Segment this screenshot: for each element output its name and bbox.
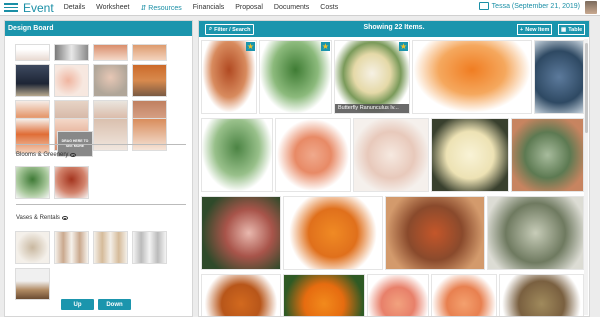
board-thumb[interactable] [132, 118, 167, 151]
resource-card[interactable] [201, 274, 281, 316]
section-vases-rentals: Vases & Rentals [16, 215, 68, 221]
resource-card[interactable] [431, 118, 509, 192]
board-thumb[interactable] [15, 268, 50, 300]
nav-proposal[interactable]: Proposal [235, 4, 263, 11]
section-divider [16, 144, 186, 145]
section-vases-label: Vases & Rentals [16, 215, 60, 221]
resources-panel: ⌕ Filter / Search Showing 22 Items. + Ne… [198, 20, 590, 317]
board-thumb[interactable] [132, 44, 167, 61]
resources-icon: ⇵ [140, 4, 147, 12]
section-blooms-greenery: Blooms & Greenery [16, 152, 77, 158]
resource-card[interactable]: ★ [259, 40, 332, 114]
down-button[interactable]: Down [98, 299, 131, 310]
brand-logo[interactable]: Event [23, 1, 54, 15]
resource-card[interactable] [283, 196, 383, 270]
board-thumb[interactable] [15, 231, 50, 264]
resource-card[interactable] [367, 274, 429, 316]
resource-card[interactable] [412, 40, 532, 114]
section-blooms-label: Blooms & Greenery [16, 152, 69, 158]
resources-header: ⌕ Filter / Search Showing 22 Items. + Ne… [199, 21, 589, 37]
resource-card[interactable] [201, 196, 281, 270]
nav-costs[interactable]: Costs [320, 4, 338, 11]
nav-financials[interactable]: Financials [193, 4, 225, 11]
resource-card[interactable] [511, 118, 584, 192]
design-board-title: Design Board [5, 21, 192, 36]
board-thumb[interactable] [132, 64, 167, 97]
board-thumb[interactable] [54, 64, 89, 97]
board-thumb[interactable] [132, 231, 167, 264]
resource-card[interactable] [275, 118, 351, 192]
board-thumb[interactable] [93, 118, 128, 151]
table-label: Table [568, 26, 583, 33]
nav-worksheet[interactable]: Worksheet [96, 4, 129, 11]
resource-card[interactable] [534, 40, 584, 114]
board-thumb[interactable] [54, 231, 89, 264]
design-board-panel: Design Board DRAG HERE TO SEE MORE Bloom… [4, 20, 193, 317]
resource-card[interactable] [283, 274, 365, 316]
resource-card[interactable] [487, 196, 584, 270]
board-thumb[interactable] [54, 44, 89, 61]
menu-icon[interactable] [4, 3, 18, 12]
up-button[interactable]: Up [61, 299, 94, 310]
resource-card[interactable] [353, 118, 429, 192]
avatar[interactable] [585, 1, 597, 14]
nav-details[interactable]: Details [64, 4, 85, 11]
board-thumb[interactable] [15, 166, 50, 199]
section-divider [16, 204, 186, 205]
board-thumb[interactable] [93, 44, 128, 61]
eye-icon[interactable] [70, 153, 77, 157]
new-item-button[interactable]: + New Item [517, 24, 553, 35]
resource-card[interactable] [499, 274, 584, 316]
new-item-label: New Item [525, 26, 550, 33]
resource-card[interactable] [385, 196, 485, 270]
resource-card[interactable]: ★ [201, 40, 257, 114]
board-thumb[interactable] [93, 64, 128, 97]
user-label: Tessa (September 21, 2019) [491, 2, 580, 10]
favorite-star-icon[interactable]: ★ [246, 42, 255, 51]
resource-caption: Butterfly Ranunculus Iv... [335, 104, 409, 113]
resource-card[interactable]: ★ Butterfly Ranunculus Iv... [334, 40, 410, 114]
grid-icon: ▦ [561, 26, 567, 33]
top-navigation: Event Details Worksheet ⇵ Resources Fina… [0, 0, 600, 16]
table-view-button[interactable]: ▦ Table [558, 24, 586, 35]
resource-card[interactable] [431, 274, 497, 316]
resource-card[interactable] [201, 118, 273, 192]
board-thumb[interactable] [15, 118, 50, 154]
plus-icon: + [520, 26, 524, 33]
nav-resources-label: Resources [148, 4, 182, 12]
nav-resources[interactable]: ⇵ Resources [140, 4, 181, 12]
eye-icon[interactable] [61, 216, 68, 220]
board-thumb[interactable] [15, 44, 50, 61]
favorite-star-icon[interactable]: ★ [321, 42, 330, 51]
contact-card-icon [478, 2, 489, 10]
nav-documents[interactable]: Documents [274, 4, 309, 11]
board-thumb[interactable] [54, 166, 89, 199]
favorite-star-icon[interactable]: ★ [399, 42, 408, 51]
user-menu[interactable]: Tessa (September 21, 2019) [478, 2, 580, 10]
board-thumb[interactable] [93, 231, 128, 264]
board-thumb[interactable] [15, 64, 50, 97]
scrollbar-thumb[interactable] [585, 43, 588, 133]
board-nav-buttons: Up Down [61, 299, 131, 310]
